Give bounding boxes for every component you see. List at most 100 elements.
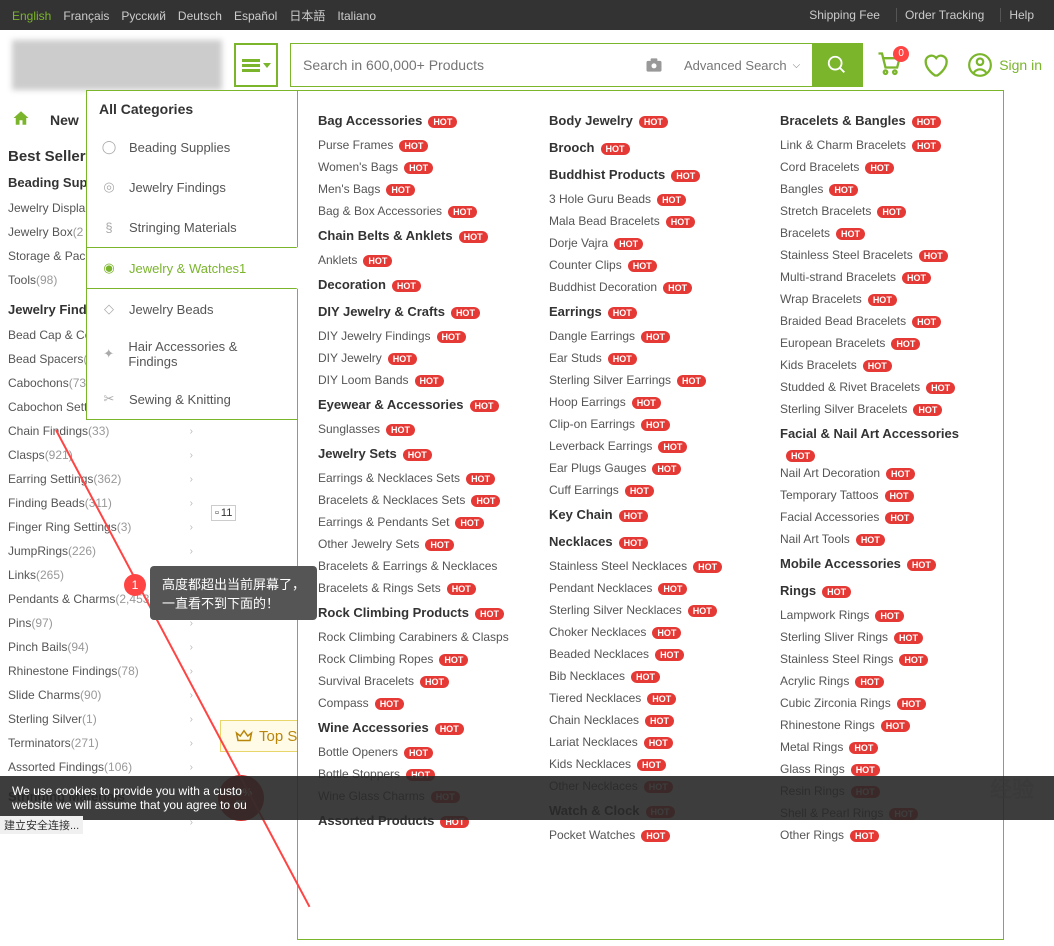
mega-link[interactable]: Sterling Silver NecklacesHOT (549, 599, 752, 621)
mega-link[interactable]: Temporary TattoosHOT (780, 484, 983, 506)
mega-heading[interactable]: Earrings (549, 304, 602, 319)
lang-link[interactable]: English (12, 9, 51, 23)
lang-link[interactable]: Español (234, 9, 277, 23)
mega-link[interactable]: SunglassesHOT (318, 418, 521, 440)
mega-heading[interactable]: Mobile Accessories (780, 556, 901, 571)
mega-link[interactable]: Mala Bead BraceletsHOT (549, 210, 752, 232)
top-link[interactable]: Shipping Fee (801, 8, 888, 22)
mega-heading[interactable]: Buddhist Products (549, 167, 665, 182)
cart-button[interactable]: 0 (875, 50, 903, 81)
mega-link[interactable]: Wrap BraceletsHOT (780, 288, 983, 310)
mega-link[interactable]: Bottle OpenersHOT (318, 741, 521, 763)
mega-link[interactable]: Purse FramesHOT (318, 134, 521, 156)
sidebar-item[interactable]: Slide Charms(90)› (8, 683, 193, 707)
mega-link[interactable]: Braided Bead BraceletsHOT (780, 310, 983, 332)
mega-link[interactable]: Rock Climbing Carabiners & Clasps (318, 626, 521, 648)
mega-heading[interactable]: DIY Jewelry & Crafts (318, 304, 445, 319)
home-icon[interactable] (12, 109, 30, 132)
mega-link[interactable]: Lariat NecklacesHOT (549, 731, 752, 753)
camera-icon[interactable] (636, 44, 672, 86)
mega-heading[interactable]: Bracelets & Bangles (780, 113, 906, 128)
mega-heading[interactable]: Decoration (318, 277, 386, 292)
lang-link[interactable]: Français (63, 9, 109, 23)
mega-link[interactable]: Bracelets & Rings SetsHOT (318, 577, 521, 599)
mega-link[interactable]: Stretch BraceletsHOT (780, 200, 983, 222)
mega-link[interactable]: Rhinestone RingsHOT (780, 714, 983, 736)
mega-link[interactable]: Pocket WatchesHOT (549, 824, 752, 846)
mega-heading[interactable]: Rock Climbing Products (318, 605, 469, 620)
mega-link[interactable]: Studded & Rivet BraceletsHOT (780, 376, 983, 398)
mega-link[interactable]: Pendant NecklacesHOT (549, 577, 752, 599)
mega-link[interactable]: Stainless Steel NecklacesHOT (549, 555, 752, 577)
mega-link[interactable]: Cuff EarringsHOT (549, 479, 752, 501)
mega-heading[interactable]: Wine Accessories (318, 720, 429, 735)
category-item[interactable]: ◎Jewelry Findings (87, 167, 297, 207)
mega-link[interactable]: Men's BagsHOT (318, 178, 521, 200)
mega-link[interactable]: Leverback EarringsHOT (549, 435, 752, 457)
site-logo[interactable] (12, 40, 222, 90)
mega-link[interactable]: Bag & Box AccessoriesHOT (318, 200, 521, 222)
mega-heading[interactable]: Facial & Nail Art Accessories (780, 426, 959, 441)
sidebar-item[interactable]: JumpRings(226)› (8, 539, 193, 563)
mega-link[interactable]: Stainless Steel BraceletsHOT (780, 244, 983, 266)
mega-link[interactable]: Multi-strand BraceletsHOT (780, 266, 983, 288)
mega-link[interactable]: Stainless Steel RingsHOT (780, 648, 983, 670)
mega-link[interactable]: Kids NecklacesHOT (549, 753, 752, 775)
mega-link[interactable]: Choker NecklacesHOT (549, 621, 752, 643)
lang-link[interactable]: 日本語 (289, 9, 325, 23)
sidebar-item[interactable]: Finger Ring Settings(3)› (8, 515, 193, 539)
sidebar-item[interactable]: Chain Findings(33)› (8, 419, 193, 443)
mega-link[interactable]: Sterling Sliver RingsHOT (780, 626, 983, 648)
mega-link[interactable]: Chain NecklacesHOT (549, 709, 752, 731)
mega-link[interactable]: Metal RingsHOT (780, 736, 983, 758)
category-item[interactable]: ✦Hair Accessories & Findings (87, 329, 297, 379)
heart-icon[interactable] (921, 51, 949, 79)
mega-link[interactable]: Women's BagsHOT (318, 156, 521, 178)
mega-link[interactable]: Dorje VajraHOT (549, 232, 752, 254)
search-button[interactable] (812, 44, 862, 86)
sidebar-item[interactable]: Rhinestone Findings(78)› (8, 659, 193, 683)
mega-heading[interactable]: Necklaces (549, 534, 613, 549)
sidebar-item[interactable]: Earring Settings(362)› (8, 467, 193, 491)
mega-link[interactable]: Facial AccessoriesHOT (780, 506, 983, 528)
category-item[interactable]: ✂Sewing & Knitting (87, 379, 297, 419)
sidebar-item[interactable]: Terminators(271)› (8, 731, 193, 755)
mega-link[interactable]: AnkletsHOT (318, 249, 521, 271)
mega-link[interactable]: 3 Hole Guru BeadsHOT (549, 188, 752, 210)
category-item[interactable]: ◯Beading Supplies (87, 127, 297, 167)
lang-link[interactable]: Italiano (337, 9, 376, 23)
mega-link[interactable]: Beaded NecklacesHOT (549, 643, 752, 665)
mega-link[interactable]: Other Jewelry SetsHOT (318, 533, 521, 555)
mega-link[interactable]: Ear Plugs GaugesHOT (549, 457, 752, 479)
top-link[interactable]: Help (1000, 8, 1042, 22)
mega-link[interactable]: Nail Art ToolsHOT (780, 528, 983, 550)
mega-heading[interactable]: Key Chain (549, 507, 613, 522)
mega-link[interactable]: Cubic Zirconia RingsHOT (780, 692, 983, 714)
mega-heading[interactable]: Chain Belts & Anklets (318, 228, 453, 243)
mega-link[interactable]: Clip-on EarringsHOT (549, 413, 752, 435)
mega-link[interactable]: BanglesHOT (780, 178, 983, 200)
mega-link[interactable]: Lampwork RingsHOT (780, 604, 983, 626)
mega-heading[interactable]: Brooch (549, 140, 595, 155)
mega-link[interactable]: Ear StudsHOT (549, 347, 752, 369)
signin-link[interactable]: Sign in (967, 52, 1042, 78)
mega-link[interactable]: Nail Art DecorationHOT (780, 462, 983, 484)
mega-link[interactable]: DIY Jewelry FindingsHOT (318, 325, 521, 347)
mega-heading[interactable]: Jewelry Sets (318, 446, 397, 461)
mega-link[interactable]: BraceletsHOT (780, 222, 983, 244)
category-item[interactable]: ◉Jewelry & Watches1 (87, 247, 298, 289)
mega-link[interactable]: DIY Loom BandsHOT (318, 369, 521, 391)
top-link[interactable]: Order Tracking (896, 8, 992, 22)
mega-link[interactable]: Acrylic RingsHOT (780, 670, 983, 692)
mega-link[interactable]: Counter ClipsHOT (549, 254, 752, 276)
mega-link[interactable]: Buddhist DecorationHOT (549, 276, 752, 298)
lang-link[interactable]: Русский (121, 9, 166, 23)
mega-link[interactable]: Tiered NecklacesHOT (549, 687, 752, 709)
mega-link[interactable]: Bib NecklacesHOT (549, 665, 752, 687)
mega-link[interactable]: Rock Climbing RopesHOT (318, 648, 521, 670)
mega-link[interactable]: Sterling Silver EarringsHOT (549, 369, 752, 391)
mega-link[interactable]: Kids BraceletsHOT (780, 354, 983, 376)
search-input[interactable] (291, 44, 636, 86)
mega-heading[interactable]: Body Jewelry (549, 113, 633, 128)
mega-link[interactable]: European BraceletsHOT (780, 332, 983, 354)
